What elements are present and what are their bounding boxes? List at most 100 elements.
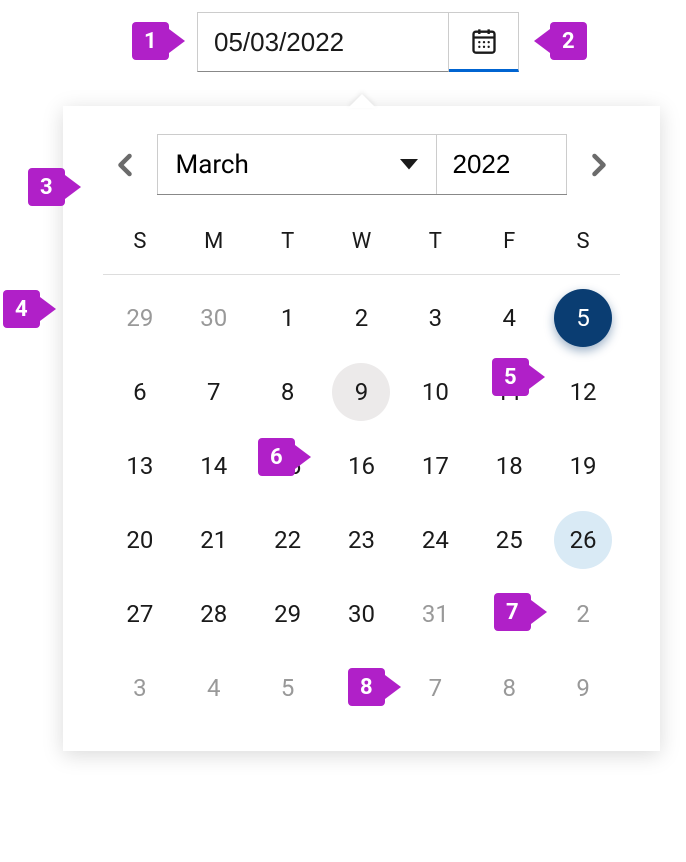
day-cell[interactable]: 14: [177, 435, 251, 497]
calendar-toggle-button[interactable]: [449, 12, 519, 72]
weekday-cell: S: [546, 219, 620, 264]
day-number: 12: [554, 363, 612, 421]
day-cell[interactable]: 12: [546, 361, 620, 423]
day-cell[interactable]: 26: [546, 509, 620, 571]
weekday-cell: S: [103, 219, 177, 264]
month-label: March: [176, 150, 249, 180]
day-cell[interactable]: 27: [103, 583, 177, 645]
annotation-4: 4: [3, 290, 56, 328]
day-cell[interactable]: 19: [546, 435, 620, 497]
weekday-cell: T: [398, 219, 472, 264]
weekday-cell: M: [177, 219, 251, 264]
day-cell[interactable]: 4: [472, 287, 546, 349]
day-number: 22: [259, 511, 317, 569]
day-cell[interactable]: 18: [472, 435, 546, 497]
day-cell[interactable]: 31: [398, 583, 472, 645]
annotation-2: 2: [534, 22, 587, 60]
day-number: 3: [111, 659, 169, 717]
day-cell[interactable]: 5: [546, 287, 620, 349]
day-number: 5: [554, 289, 612, 347]
day-number: 2: [332, 289, 390, 347]
day-number: 14: [185, 437, 243, 495]
annotation-5: 5: [492, 358, 545, 396]
day-cell[interactable]: 25: [472, 509, 546, 571]
annotation-1: 1: [132, 22, 185, 60]
day-cell[interactable]: 8: [251, 361, 325, 423]
day-cell[interactable]: 7: [398, 657, 472, 719]
day-number: 28: [185, 585, 243, 643]
day-number: 17: [406, 437, 464, 495]
annotation-8: 8: [348, 668, 401, 706]
year-input[interactable]: [437, 134, 567, 194]
day-number: 18: [480, 437, 538, 495]
day-cell[interactable]: 20: [103, 509, 177, 571]
day-number: 20: [111, 511, 169, 569]
day-cell[interactable]: 6: [103, 361, 177, 423]
day-cell[interactable]: 9: [325, 361, 399, 423]
day-cell[interactable]: 5: [251, 657, 325, 719]
day-number: 4: [480, 289, 538, 347]
day-number: 10: [406, 363, 464, 421]
prev-month-button[interactable]: [105, 145, 145, 185]
day-number: 26: [554, 511, 612, 569]
day-number: 31: [406, 585, 464, 643]
days-grid: 2930123456789101112131415161718192021222…: [103, 287, 620, 719]
popup-arrow: [348, 94, 376, 108]
day-number: 9: [332, 363, 390, 421]
caret-down-icon: [400, 159, 418, 171]
day-cell[interactable]: 7: [177, 361, 251, 423]
day-cell[interactable]: 23: [325, 509, 399, 571]
day-number: 29: [111, 289, 169, 347]
weekday-cell: F: [472, 219, 546, 264]
chevron-right-icon: [591, 153, 607, 177]
day-number: 19: [554, 437, 612, 495]
annotation-3: 3: [28, 168, 81, 206]
day-number: 23: [332, 511, 390, 569]
day-cell[interactable]: 2: [325, 287, 399, 349]
day-cell[interactable]: 22: [251, 509, 325, 571]
day-cell[interactable]: 8: [472, 657, 546, 719]
day-cell[interactable]: 17: [398, 435, 472, 497]
chevron-left-icon: [117, 153, 133, 177]
day-number: 7: [185, 363, 243, 421]
day-cell[interactable]: 10: [398, 361, 472, 423]
day-cell[interactable]: 4: [177, 657, 251, 719]
day-number: 8: [259, 363, 317, 421]
next-month-button[interactable]: [579, 145, 619, 185]
weekday-cell: T: [251, 219, 325, 264]
day-number: 30: [185, 289, 243, 347]
day-cell[interactable]: 30: [177, 287, 251, 349]
day-cell[interactable]: 30: [325, 583, 399, 645]
day-cell[interactable]: 24: [398, 509, 472, 571]
annotation-7: 7: [494, 593, 547, 631]
day-cell[interactable]: 2: [546, 583, 620, 645]
divider: [103, 274, 620, 275]
calendar-icon: [470, 27, 498, 55]
day-cell[interactable]: 16: [325, 435, 399, 497]
day-cell[interactable]: 1: [251, 287, 325, 349]
day-number: 27: [111, 585, 169, 643]
month-select[interactable]: March: [157, 134, 437, 194]
day-number: 30: [332, 585, 390, 643]
day-number: 21: [185, 511, 243, 569]
day-number: 5: [259, 659, 317, 717]
annotation-6: 6: [258, 438, 311, 476]
day-cell[interactable]: 3: [398, 287, 472, 349]
day-number: 7: [406, 659, 464, 717]
day-number: 2: [554, 585, 612, 643]
day-number: 9: [554, 659, 612, 717]
weekday-cell: W: [325, 219, 399, 264]
day-number: 8: [480, 659, 538, 717]
day-cell[interactable]: 29: [251, 583, 325, 645]
calendar-popup: March SMTWTFS 29301234567891011121314151…: [63, 106, 660, 751]
date-input[interactable]: [197, 12, 449, 72]
day-cell[interactable]: 9: [546, 657, 620, 719]
day-number: 3: [406, 289, 464, 347]
day-cell[interactable]: 28: [177, 583, 251, 645]
weekday-header: SMTWTFS: [103, 219, 620, 264]
day-cell[interactable]: 29: [103, 287, 177, 349]
day-cell[interactable]: 13: [103, 435, 177, 497]
day-cell[interactable]: 3: [103, 657, 177, 719]
day-number: 1: [259, 289, 317, 347]
day-cell[interactable]: 21: [177, 509, 251, 571]
